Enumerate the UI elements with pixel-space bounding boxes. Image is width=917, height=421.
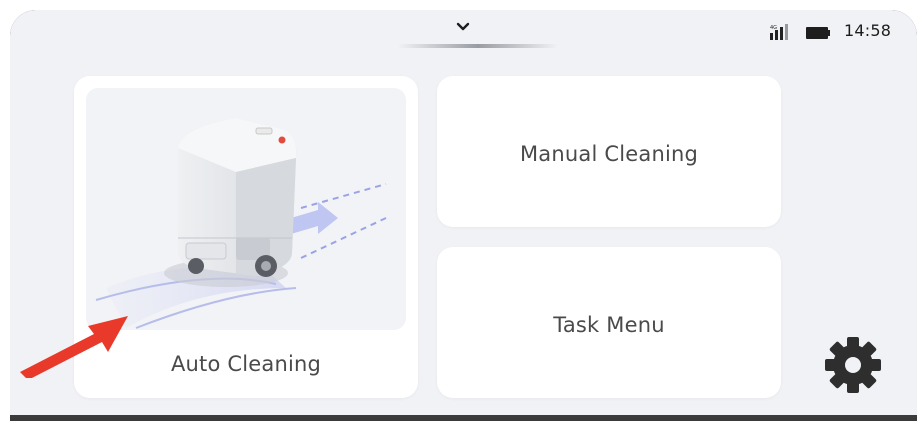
pull-down-handle[interactable] <box>398 44 558 48</box>
cleaning-robot-illustration <box>86 88 406 330</box>
status-time: 14:58 <box>844 21 892 40</box>
auto-cleaning-label: Auto Cleaning <box>170 352 322 376</box>
task-menu-label: Task Menu <box>553 313 665 337</box>
device-frame: 4G 14:58 Auto Cleaning Manual Cleaning T… <box>10 10 917 421</box>
battery-icon <box>806 27 830 39</box>
manual-cleaning-card[interactable]: Manual Cleaning <box>437 76 781 227</box>
app-screen: 4G 14:58 Auto Cleaning Manual Cleaning T… <box>10 10 917 415</box>
status-bar: 4G 14:58 <box>10 10 917 54</box>
task-menu-card[interactable]: Task Menu <box>437 247 781 398</box>
chevron-down-icon[interactable] <box>456 21 470 33</box>
auto-cleaning-card[interactable]: Auto Cleaning <box>74 76 418 398</box>
signal-icon: 4G <box>770 24 788 40</box>
gear-icon[interactable] <box>823 335 883 395</box>
manual-cleaning-label: Manual Cleaning <box>519 142 699 166</box>
